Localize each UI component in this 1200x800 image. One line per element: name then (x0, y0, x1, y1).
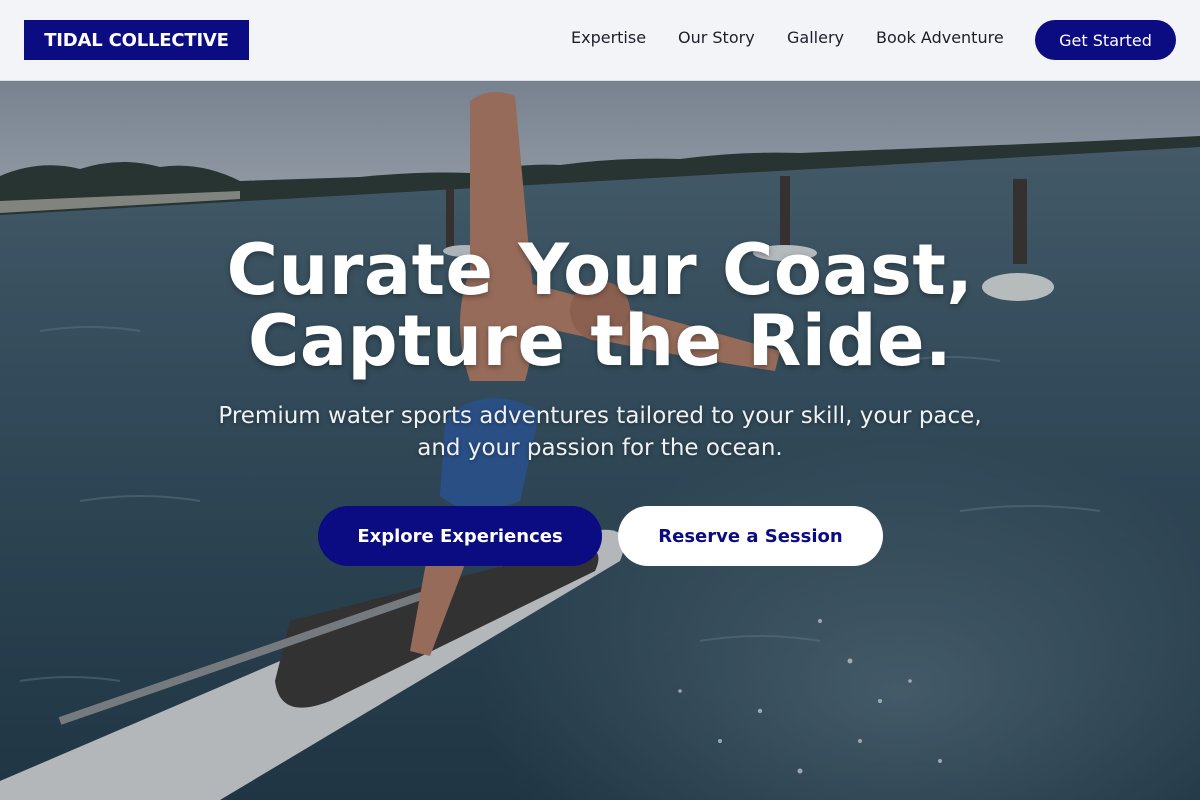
hero-subtitle-line-2: and your passion for the ocean. (417, 435, 783, 461)
site-header: TIDAL COLLECTIVE Expertise Our Story Gal… (0, 0, 1200, 81)
hero-title-line-2: Capture the Ride. (247, 300, 953, 382)
hero-subtitle: Premium water sports adventures tailored… (150, 400, 1050, 464)
hero-title-line-1: Curate Your Coast, (226, 229, 974, 311)
get-started-button[interactable]: Get Started (1035, 20, 1176, 60)
nav-link-expertise[interactable]: Expertise (571, 28, 646, 47)
reserve-session-button[interactable]: Reserve a Session (618, 506, 883, 566)
main-nav: Expertise Our Story Gallery Book Adventu… (0, 0, 1200, 80)
nav-link-gallery[interactable]: Gallery (787, 28, 844, 47)
hero-section: Curate Your Coast, Capture the Ride. Pre… (0, 81, 1200, 800)
hero-title: Curate Your Coast, Capture the Ride. (100, 235, 1100, 377)
nav-link-book-adventure[interactable]: Book Adventure (876, 28, 1004, 47)
explore-experiences-button[interactable]: Explore Experiences (318, 506, 602, 566)
nav-link-our-story[interactable]: Our Story (678, 28, 755, 47)
hero-subtitle-line-1: Premium water sports adventures tailored… (218, 403, 982, 429)
